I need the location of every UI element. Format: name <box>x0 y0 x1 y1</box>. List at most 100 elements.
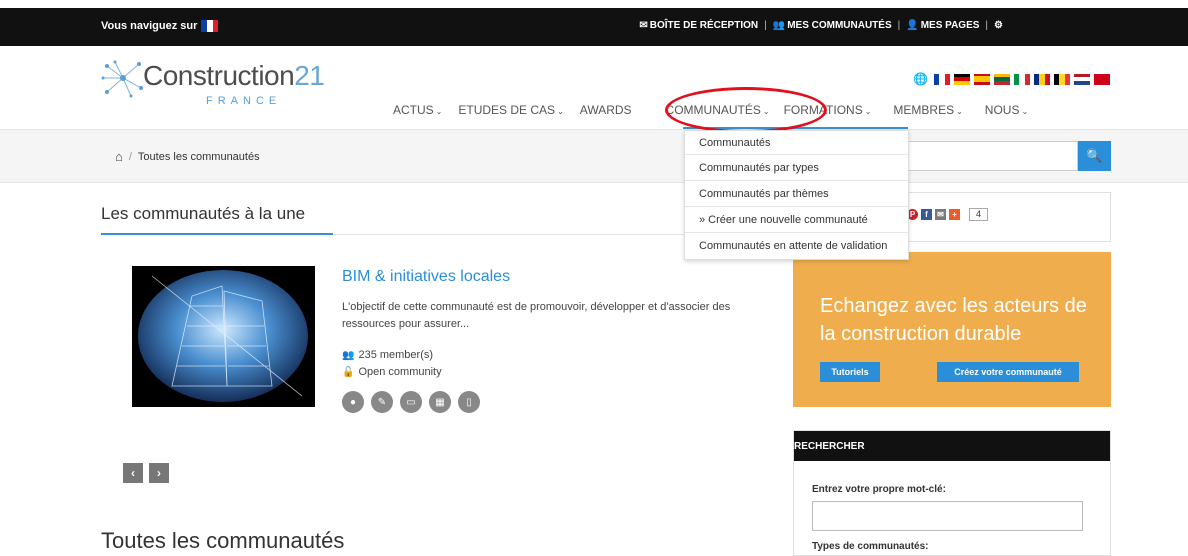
nav-membres[interactable]: MEMBRES ⌄ <box>879 103 970 117</box>
comment-icon[interactable]: ● <box>342 391 364 413</box>
top-bar: Vous naviguez sur ✉ BOÎTE DE RÉCEPTION | … <box>0 8 1188 46</box>
plus-icon[interactable]: + <box>949 209 960 220</box>
section-accent-line <box>101 233 333 235</box>
my-pages-link[interactable]: 👤 MES PAGES <box>906 20 979 31</box>
inbox-label: BOÎTE DE RÉCEPTION <box>649 20 759 31</box>
gear-icon[interactable]: ⚙ <box>994 20 1003 31</box>
breadcrumb-separator: / <box>128 150 132 163</box>
search-input[interactable] <box>908 141 1078 171</box>
chevron-down-icon: ⌄ <box>1021 107 1029 116</box>
email-icon[interactable]: ✉ <box>935 209 946 220</box>
nav-actus[interactable]: ACTUS ⌄ <box>385 103 450 117</box>
flag-ro-icon[interactable] <box>1034 73 1050 85</box>
search-icon: 🔍 <box>1086 148 1103 163</box>
separator: | <box>985 20 989 31</box>
create-community-button[interactable]: Créez votre communauté <box>937 362 1079 382</box>
promo-text: Echangez avec les acteurs de la construc… <box>820 295 1087 345</box>
nav-label: ETUDES DE CAS <box>458 103 556 117</box>
nav-active-underline <box>683 127 908 129</box>
featured-section-title: Les communautés à la une <box>101 204 306 223</box>
community-meta: 👥 235 member(s) 🔓 Open community <box>342 347 442 381</box>
nav-label: ACTUS <box>393 103 434 117</box>
logo-wordmark: Construction21 <box>143 60 325 92</box>
flag-nl-icon[interactable] <box>1074 73 1090 85</box>
site-logo[interactable]: Construction21 FRANCE <box>101 52 331 114</box>
nav-label: MEMBRES <box>893 103 955 117</box>
chevron-right-icon[interactable]: › <box>149 463 169 483</box>
chevron-down-icon: ⌄ <box>956 107 963 116</box>
dropdown-item-par-types[interactable]: Communautés par types <box>685 155 908 181</box>
flag-other-icon[interactable] <box>1094 73 1110 85</box>
my-pages-label: MES PAGES <box>920 20 980 31</box>
separator: | <box>897 20 901 31</box>
search-panel-header: RECHERCHER <box>794 431 1110 461</box>
chevron-down-icon: ⌄ <box>762 107 770 116</box>
search-button[interactable]: 🔍 <box>1078 141 1111 171</box>
carousel-controls: ‹ › <box>123 463 169 483</box>
promo-banner: Echangez avec les acteurs de la construc… <box>793 252 1111 407</box>
nav-label: COMMUNAUTÉS <box>665 103 761 117</box>
language-indicator: Vous naviguez sur <box>101 20 219 32</box>
access-row: 🔓 Open community <box>342 364 442 381</box>
logo-number: 21 <box>294 60 325 91</box>
dropdown-item-creer[interactable]: » Créer une nouvelle communauté <box>685 207 908 233</box>
bookmark-icon[interactable]: ▯ <box>458 391 480 413</box>
unlock-icon: 🔓 <box>342 367 355 378</box>
community-thumbnail[interactable] <box>132 266 315 407</box>
search-panel-title: RECHERCHER <box>794 441 865 452</box>
flag-be-icon[interactable] <box>1054 73 1070 85</box>
share-count: 4 <box>969 208 989 221</box>
members-row: 👥 235 member(s) <box>342 347 442 364</box>
types-label: Types de communautés: <box>812 541 929 552</box>
breadcrumb-band: ⌂ / Toutes les communautés 🔍 <box>0 129 1188 183</box>
my-communities-link[interactable]: 👥 MES COMMUNAUTÉS <box>773 20 892 31</box>
community-title[interactable]: BIM & initiatives locales <box>342 268 510 286</box>
tutorials-button[interactable]: Tutoriels <box>820 362 880 382</box>
search-panel: RECHERCHER Entrez votre propre mot-clé: … <box>793 430 1111 556</box>
breadcrumb: ⌂ / Toutes les communautés <box>115 149 260 164</box>
pencil-icon[interactable]: ✎ <box>371 391 393 413</box>
dropdown-item-en-attente[interactable]: Communautés en attente de validation <box>685 233 908 259</box>
chevron-down-icon: ⌄ <box>435 107 443 116</box>
flag-es-icon[interactable] <box>974 73 990 85</box>
user-icon: 👤 <box>906 20 919 31</box>
dropdown-item-communautes[interactable]: Communautés <box>685 131 908 155</box>
bim-building-image <box>132 266 315 407</box>
share-buttons: P f ✉ + 4 <box>907 208 989 221</box>
home-icon[interactable]: ⌂ <box>115 149 123 164</box>
nav-label: AWARDS <box>579 103 632 117</box>
chevron-down-icon: ⌄ <box>864 107 872 116</box>
access-type: Open community <box>358 366 442 378</box>
navigating-label: Vous naviguez sur <box>101 20 198 32</box>
calendar-icon[interactable]: ▦ <box>429 391 451 413</box>
all-communities-title: Toutes les communautés <box>101 528 345 553</box>
nav-awards[interactable]: AWARDS <box>572 103 640 117</box>
nav-formations[interactable]: FORMATIONS ⌄ <box>776 103 880 117</box>
france-flag-icon[interactable] <box>201 20 219 32</box>
members-count: 235 member(s) <box>358 349 434 361</box>
flag-it-icon[interactable] <box>1014 73 1030 85</box>
dropdown-item-par-themes[interactable]: Communautés par thèmes <box>685 181 908 207</box>
inbox-link[interactable]: ✉ BOÎTE DE RÉCEPTION <box>639 20 758 31</box>
flag-de-icon[interactable] <box>954 73 970 85</box>
logo-country: FRANCE <box>206 95 282 107</box>
facebook-icon[interactable]: f <box>921 209 932 220</box>
user-menu: ✉ BOÎTE DE RÉCEPTION | 👥 MES COMMUNAUTÉS |… <box>639 20 1005 31</box>
network-icon <box>101 60 143 98</box>
folder-icon[interactable]: ▭ <box>400 391 422 413</box>
keyword-input[interactable] <box>812 501 1083 531</box>
site-header: Construction21 FRANCE 🌐 ACTUS ⌄ ETUDES DE… <box>0 46 1188 129</box>
globe-icon[interactable]: 🌐 <box>913 72 928 86</box>
main-nav: ACTUS ⌄ ETUDES DE CAS ⌄ AWARDS COMMUNAUTÉS… <box>385 103 1036 117</box>
nav-communautes[interactable]: COMMUNAUTÉS ⌄ <box>640 103 776 117</box>
chevron-left-icon[interactable]: ‹ <box>123 463 143 483</box>
group-icon: 👥 <box>342 350 355 361</box>
language-selector: 🌐 <box>913 72 1110 86</box>
flag-fr-icon[interactable] <box>934 73 950 85</box>
community-description: L'objectif de cette communauté est de pr… <box>342 301 731 330</box>
flag-lt-icon[interactable] <box>994 73 1010 85</box>
my-communities-label: MES COMMUNAUTÉS <box>787 20 892 31</box>
nav-nous[interactable]: NOUS ⌄ <box>971 103 1036 117</box>
nav-etudes-de-cas[interactable]: ETUDES DE CAS ⌄ <box>450 103 571 117</box>
nav-label: FORMATIONS <box>783 103 863 117</box>
